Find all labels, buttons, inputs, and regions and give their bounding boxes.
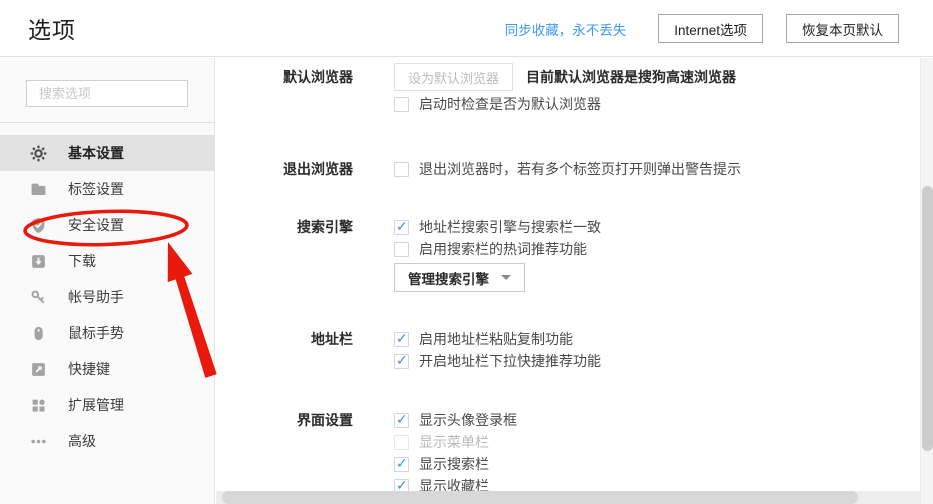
sidebar-item-label: 标签设置: [68, 181, 124, 197]
sidebar: 基本设置标签设置安全设置下载帐号助手鼠标手势快捷键扩展管理高级: [0, 58, 215, 504]
sidebar-item-label: 快捷键: [68, 361, 110, 377]
chevron-down-icon: [501, 275, 511, 280]
warn-on-exit-multiple-tabs-checkbox[interactable]: [394, 161, 409, 177]
sidebar-item-label: 下载: [68, 253, 96, 269]
vertical-scrollbar[interactable]: [920, 58, 933, 504]
settings-content: 默认浏览器 设为默认浏览器 目前默认浏览器是搜狗高速浏览器启动时检查是否为默认浏览器…: [216, 58, 920, 504]
section-rows: 退出浏览器时，若有多个标签页打开则弹出警告提示: [394, 158, 741, 180]
setting-row: 启用地址栏粘贴复制功能: [394, 328, 601, 350]
gear-icon: [30, 145, 47, 162]
sidebar-item-extension[interactable]: 扩展管理: [0, 387, 214, 423]
section-label: 界面设置: [297, 412, 353, 428]
sidebar-item-hotkey[interactable]: 快捷键: [0, 351, 214, 387]
checkbox-label: 启用搜索栏的热词推荐功能: [419, 241, 587, 257]
shortcut-icon: [30, 361, 47, 378]
settings-section-address-bar: 地址栏 启用地址栏粘贴复制功能开启地址栏下拉快捷推荐功能: [216, 328, 920, 372]
setting-row: 启用搜索栏的热词推荐功能: [394, 238, 601, 260]
enable-addressbar-copy-paste-checkbox[interactable]: [394, 330, 409, 347]
setting-row: 启动时检查是否为默认浏览器: [394, 93, 736, 115]
setting-row: 显示菜单栏: [394, 431, 517, 453]
addressbar-engine-same-as-searchbar-checkbox[interactable]: [394, 218, 409, 235]
search-wrap: [0, 58, 214, 107]
settings-section-search-engine: 搜索引擎 地址栏搜索引擎与搜索栏一致启用搜索栏的热词推荐功能管理搜索引擎: [216, 216, 920, 292]
sidebar-nav: 基本设置标签设置安全设置下载帐号助手鼠标手势快捷键扩展管理高级: [0, 135, 214, 459]
sidebar-divider: [0, 122, 214, 123]
setting-row: 开启地址栏下拉快捷推荐功能: [394, 350, 601, 372]
search-input[interactable]: [26, 80, 188, 107]
show-avatar-login-box-checkbox[interactable]: [394, 411, 409, 428]
internet-options-button[interactable]: Internet选项: [658, 14, 763, 43]
manage-search-engines-button[interactable]: 管理搜索引擎: [394, 263, 525, 292]
check-default-on-startup-checkbox[interactable]: [394, 96, 409, 112]
sidebar-item-basic[interactable]: 基本设置: [0, 135, 214, 171]
header: 选项 同步收藏，永不丢失 Internet选项 恢复本页默认: [0, 0, 933, 57]
download-icon: [30, 253, 47, 270]
enable-hotword-suggestions-checkbox[interactable]: [394, 241, 409, 257]
settings-section-interface: 界面设置显示头像登录框显示菜单栏显示搜索栏显示收藏栏: [216, 409, 920, 497]
sidebar-item-tabs[interactable]: 标签设置: [0, 171, 214, 207]
checkbox-label: 显示头像登录框: [419, 412, 517, 428]
section-label: 默认浏览器: [283, 69, 353, 85]
sidebar-item-advanced[interactable]: 高级: [0, 423, 214, 459]
tab-icon: [30, 181, 47, 198]
setting-row: 管理搜索引擎: [394, 263, 601, 292]
grid-icon: [30, 397, 47, 414]
show-menu-bar-checkbox[interactable]: [394, 434, 409, 450]
body: 基本设置标签设置安全设置下载帐号助手鼠标手势快捷键扩展管理高级 默认浏览器 设为默…: [0, 58, 933, 504]
options-page: 选项 同步收藏，永不丢失 Internet选项 恢复本页默认 基本设置标签设置安…: [0, 0, 933, 504]
sidebar-item-label: 扩展管理: [68, 397, 124, 413]
checkbox-label: 开启地址栏下拉快捷推荐功能: [419, 353, 601, 369]
sidebar-item-label: 鼠标手势: [68, 325, 124, 341]
dots-icon: [30, 433, 47, 450]
shield-icon: [30, 217, 47, 234]
mouse-icon: [30, 325, 47, 342]
sidebar-item-mouse[interactable]: 鼠标手势: [0, 315, 214, 351]
section-rows: 显示头像登录框显示菜单栏显示搜索栏显示收藏栏: [394, 409, 517, 497]
setting-row: 退出浏览器时，若有多个标签页打开则弹出警告提示: [394, 158, 741, 180]
key-icon: [30, 289, 47, 306]
checkbox-label: 启用地址栏粘贴复制功能: [419, 331, 573, 347]
page-title: 选项: [28, 17, 76, 43]
sidebar-item-label: 基本设置: [68, 145, 124, 161]
horizontal-scrollbar-thumb[interactable]: [222, 491, 858, 504]
setting-row: 显示搜索栏: [394, 453, 517, 475]
header-actions: 同步收藏，永不丢失 Internet选项 恢复本页默认: [505, 0, 899, 57]
section-label: 搜索引擎: [297, 219, 353, 235]
set-default-browser-button[interactable]: 设为默认浏览器: [394, 63, 514, 91]
restore-defaults-button[interactable]: 恢复本页默认: [786, 14, 899, 43]
sidebar-item-security[interactable]: 安全设置: [0, 207, 214, 243]
section-label: 地址栏: [311, 331, 353, 347]
sidebar-item-label: 高级: [68, 433, 96, 449]
checkbox-label: 启动时检查是否为默认浏览器: [419, 96, 601, 112]
default-browser-status: 目前默认浏览器是搜狗高速浏览器: [526, 69, 737, 85]
sidebar-item-account[interactable]: 帐号助手: [0, 279, 214, 315]
setting-row: 设为默认浏览器 目前默认浏览器是搜狗高速浏览器: [394, 63, 736, 91]
checkbox-label: 显示搜索栏: [419, 456, 489, 472]
setting-row: 显示头像登录框: [394, 409, 517, 431]
setting-row: 地址栏搜索引擎与搜索栏一致: [394, 216, 601, 238]
section-rows: 设为默认浏览器 目前默认浏览器是搜狗高速浏览器启动时检查是否为默认浏览器: [394, 63, 736, 115]
section-rows: 地址栏搜索引擎与搜索栏一致启用搜索栏的热词推荐功能管理搜索引擎: [394, 216, 601, 292]
settings-section-default-browser: 默认浏览器 设为默认浏览器 目前默认浏览器是搜狗高速浏览器启动时检查是否为默认浏览器: [216, 63, 920, 115]
section-rows: 启用地址栏粘贴复制功能开启地址栏下拉快捷推荐功能: [394, 328, 601, 372]
checkbox-label: 退出浏览器时，若有多个标签页打开则弹出警告提示: [419, 161, 741, 177]
enable-addressbar-dropdown-suggestions-checkbox[interactable]: [394, 352, 409, 369]
vertical-scrollbar-thumb[interactable]: [922, 186, 933, 451]
horizontal-scrollbar[interactable]: [216, 491, 920, 504]
sidebar-item-label: 帐号助手: [68, 289, 124, 305]
sidebar-item-download[interactable]: 下载: [0, 243, 214, 279]
checkbox-label: 显示菜单栏: [419, 434, 489, 450]
sidebar-item-label: 安全设置: [68, 217, 124, 233]
dropdown-label: 管理搜索引擎: [408, 271, 489, 287]
checkbox-label: 地址栏搜索引擎与搜索栏一致: [419, 219, 601, 235]
section-label: 退出浏览器: [283, 161, 353, 177]
sync-favorites-link[interactable]: 同步收藏，永不丢失: [505, 19, 627, 39]
show-search-bar-checkbox[interactable]: [394, 455, 409, 472]
settings-section-exit-browser: 退出浏览器 退出浏览器时，若有多个标签页打开则弹出警告提示: [216, 158, 920, 180]
